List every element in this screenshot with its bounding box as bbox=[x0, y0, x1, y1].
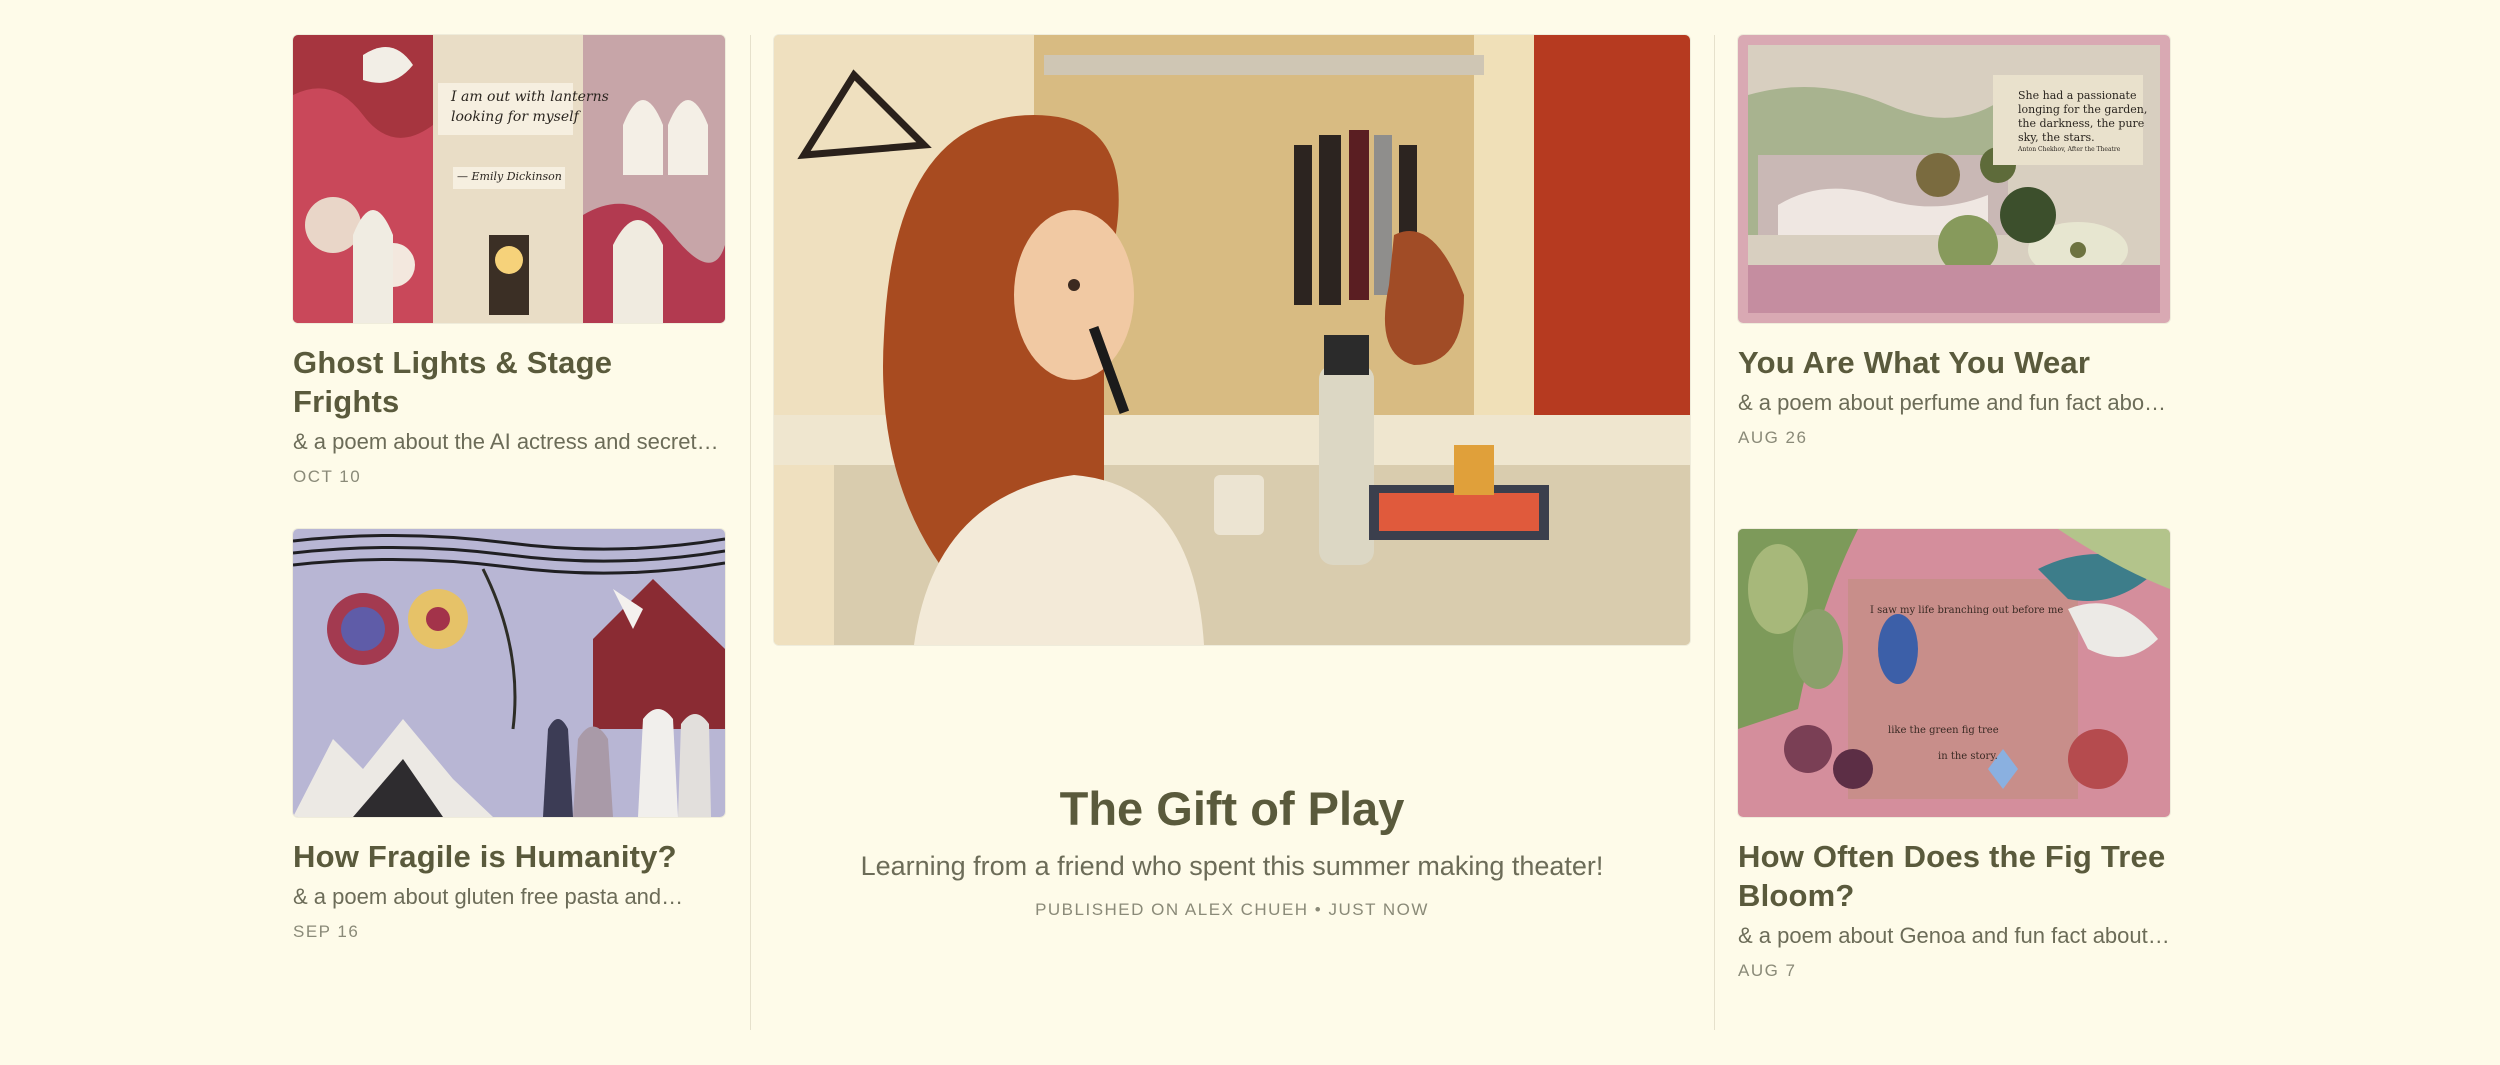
post-grid: I am out with lanterns looking for mysel… bbox=[0, 0, 2500, 1065]
post-thumbnail[interactable]: I saw my life branching out before me li… bbox=[1738, 529, 2170, 817]
post-thumbnail[interactable]: I am out with lanterns looking for mysel… bbox=[293, 35, 725, 323]
collage-mountains-image bbox=[293, 529, 725, 817]
post-card-fig-tree[interactable]: I saw my life branching out before me li… bbox=[1738, 529, 2170, 981]
post-date: AUG 7 bbox=[1738, 961, 1797, 980]
collage-fig-tree-image bbox=[1738, 529, 2170, 817]
thumbnail-quote-line: the darkness, the pure bbox=[2018, 117, 2145, 130]
post-title-line: How Often Does the Fig Tree bbox=[1738, 839, 2166, 874]
post-title[interactable]: Ghost Lights & Stage Frights bbox=[293, 343, 725, 421]
featured-post-title[interactable]: The Gift of Play bbox=[774, 780, 1690, 838]
post-title-line: Bloom? bbox=[1738, 878, 1855, 913]
featured-post-meta: PUBLISHED ON ALEX CHUEH • JUST NOW bbox=[1035, 900, 1429, 919]
collage-garden-image bbox=[1738, 35, 2170, 323]
thumbnail-quote-line: She had a passionate bbox=[2018, 89, 2137, 102]
post-subtitle: & a poem about perfume and fun fact abo… bbox=[1738, 390, 2167, 415]
thumbnail-text-1: I saw my life branching out before me bbox=[1870, 605, 2064, 616]
post-date: OCT 10 bbox=[293, 467, 362, 486]
column-divider-right bbox=[1714, 35, 1715, 1030]
post-card-fragile-humanity[interactable]: How Fragile is Humanity? & a poem about … bbox=[293, 529, 725, 942]
post-thumbnail[interactable]: She had a passionate longing for the gar… bbox=[1738, 35, 2170, 323]
post-card-what-you-wear[interactable]: She had a passionate longing for the gar… bbox=[1738, 35, 2170, 448]
post-subtitle: & a poem about Genoa and fun fact about… bbox=[1738, 923, 2170, 948]
post-subtitle: & a poem about gluten free pasta and… bbox=[293, 884, 684, 909]
thumbnail-quote: I am out with lanterns looking for mysel… bbox=[451, 87, 609, 127]
featured-post-subtitle: Learning from a friend who spent this su… bbox=[860, 851, 1604, 881]
thumbnail-quote-line: longing for the garden, bbox=[2018, 103, 2148, 116]
post-date: SEP 16 bbox=[293, 922, 360, 941]
post-title[interactable]: How Often Does the Fig Tree Bloom? bbox=[1738, 837, 2170, 915]
post-card-ghost-lights[interactable]: I am out with lanterns looking for mysel… bbox=[293, 35, 725, 487]
thumbnail-attribution: — Emily Dickinson bbox=[457, 170, 562, 183]
post-thumbnail[interactable] bbox=[293, 529, 725, 817]
thumbnail-quote-line: sky, the stars. bbox=[2018, 131, 2095, 144]
thumbnail-quote-line: I am out with lanterns bbox=[451, 89, 609, 105]
thumbnail-text-3: in the story. bbox=[1938, 751, 1998, 762]
post-date: AUG 26 bbox=[1738, 428, 1808, 447]
post-title[interactable]: How Fragile is Humanity? bbox=[293, 837, 725, 876]
thumbnail-quote-line: looking for myself bbox=[451, 109, 579, 125]
post-title[interactable]: You Are What You Wear bbox=[1738, 343, 2170, 382]
thumbnail-attribution: Anton Chekhov, After the Theatre bbox=[2018, 146, 2121, 153]
thumbnail-text-2: like the green fig tree bbox=[1888, 725, 1999, 736]
thumbnail-quote: She had a passionate longing for the gar… bbox=[2018, 89, 2147, 155]
dressing-room-photo bbox=[774, 35, 1690, 645]
featured-post-image[interactable] bbox=[774, 35, 1690, 645]
column-divider-left bbox=[750, 35, 751, 1030]
post-subtitle: & a poem about the AI actress and secret… bbox=[293, 429, 719, 454]
featured-post-text: The Gift of Play Learning from a friend … bbox=[774, 780, 1690, 920]
